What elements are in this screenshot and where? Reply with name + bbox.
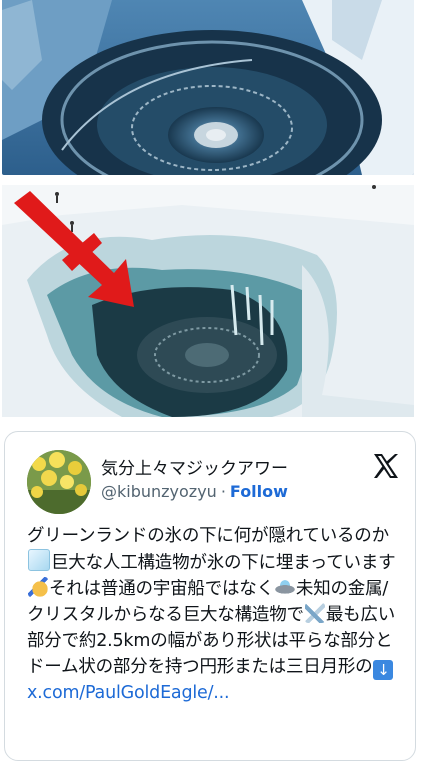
follow-button[interactable]: Follow [230, 482, 288, 501]
ice-cube-icon [28, 549, 50, 571]
ice-structure-photo-top[interactable] [2, 0, 414, 175]
post-text-segment-1: グリーンランドの氷の下に何が隠れているのか [27, 526, 389, 546]
handle-row: @kibunzyozyu · Follow [101, 482, 288, 501]
post-text: グリーンランドの氷の下に何が隠れているのか巨大な人工構造物が氷の下に埋まっていま… [27, 523, 403, 706]
down-arrow-icon: ↓ [373, 660, 394, 680]
handle[interactable]: @kibunzyozyu [101, 482, 217, 501]
separator: · [220, 482, 226, 501]
post-text-segment-3: それは普通の宇宙船ではなく [49, 579, 274, 599]
ice-structure-image [2, 0, 414, 175]
display-name[interactable]: 気分上々マジックアワー [101, 454, 288, 479]
ice-hole-image [2, 185, 414, 417]
ice-hole-photo-bottom[interactable] [2, 185, 414, 417]
flower-field-avatar-image [27, 450, 91, 514]
writing-hand-icon [28, 577, 48, 597]
x-logo-icon[interactable] [371, 451, 401, 481]
embedded-post-card[interactable]: 気分上々マジックアワー @kibunzyozyu · Follow グリーンランドの… [4, 431, 416, 761]
post-link[interactable]: x.com/PaulGoldEagle/... [27, 683, 230, 703]
post-text-segment-2: 巨大な人工構造物が氷の下に埋まっています [51, 553, 396, 573]
avatar[interactable] [27, 450, 91, 514]
ice-pick-icon [304, 603, 325, 623]
flying-saucer-icon [274, 577, 295, 597]
